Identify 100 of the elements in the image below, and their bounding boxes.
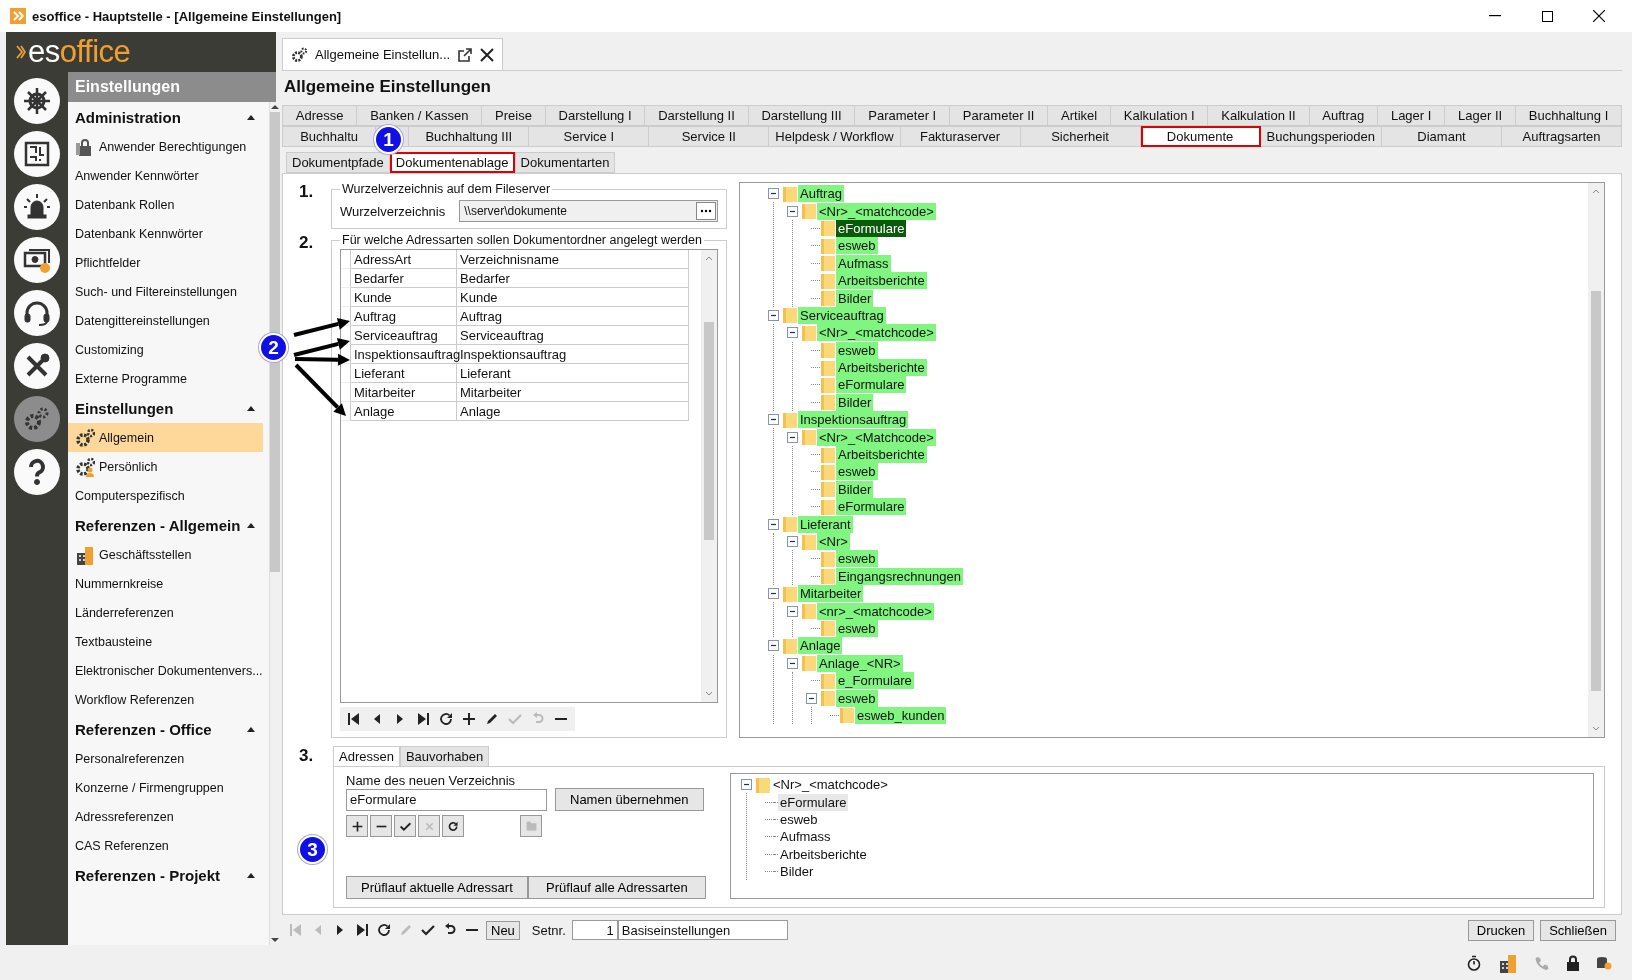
sidebar-item[interactable]: Länderreferenzen bbox=[68, 598, 263, 627]
tree-item[interactable]: Aufmass bbox=[836, 254, 891, 272]
check-button[interactable]: Prüflauf alle Adressarten bbox=[527, 876, 706, 899]
folder-name-field[interactable]: eFormulare bbox=[346, 788, 547, 811]
collapse-toggle[interactable] bbox=[786, 327, 798, 339]
pencil-icon[interactable] bbox=[484, 711, 500, 727]
tab[interactable]: Dokumente bbox=[1140, 126, 1261, 147]
tree-item[interactable]: Aufmass bbox=[778, 828, 833, 846]
tree-item[interactable]: <nr>_<matchcode> bbox=[817, 602, 934, 620]
tree-item[interactable]: Arbeitsberichte bbox=[836, 272, 927, 290]
column-header[interactable]: AdressArt bbox=[351, 250, 457, 269]
tab[interactable]: Auftrag bbox=[1309, 105, 1379, 126]
caret-icon[interactable] bbox=[246, 726, 255, 732]
tree-item[interactable]: Auftrag bbox=[798, 185, 844, 203]
sidebar-item[interactable]: CAS Referenzen bbox=[68, 831, 263, 860]
tree-item[interactable]: Serviceauftrag bbox=[798, 306, 886, 324]
checkmark-icon[interactable] bbox=[420, 922, 436, 938]
footer-button[interactable]: Drucken bbox=[1467, 919, 1535, 941]
tab[interactable]: Darstellung III bbox=[748, 105, 856, 126]
sidebar-item[interactable]: Pflichtfelder bbox=[68, 248, 263, 277]
sidebar-item[interactable]: Textbausteine bbox=[68, 627, 263, 656]
money-icon[interactable] bbox=[14, 237, 60, 283]
database-icon[interactable] bbox=[1596, 954, 1612, 971]
tab[interactable]: Service II bbox=[649, 126, 770, 147]
tree-item[interactable]: Anlage bbox=[798, 637, 843, 655]
collapse-toggle[interactable] bbox=[767, 640, 779, 652]
tab[interactable]: Kalkulation II bbox=[1208, 105, 1310, 126]
sidebar-item[interactable]: Datenbank Rollen bbox=[68, 190, 263, 219]
refresh-icon[interactable] bbox=[438, 711, 454, 727]
tree-item[interactable]: Lieferant bbox=[798, 515, 853, 533]
tree-item[interactable]: Eingangsrechnungen bbox=[836, 567, 963, 585]
section-header[interactable]: Referenzen - Projekt bbox=[75, 866, 247, 884]
collapse-toggle[interactable] bbox=[805, 692, 817, 704]
tree-item[interactable]: Bilder bbox=[836, 289, 874, 307]
sidebar-item[interactable]: Computerspezifisch bbox=[68, 481, 263, 510]
tab[interactable]: Darstellung II bbox=[645, 105, 749, 126]
sidebar-item[interactable]: Externe Programme bbox=[68, 364, 263, 393]
tab[interactable]: Auftragsarten bbox=[1502, 126, 1623, 147]
scroll-up-icon[interactable] bbox=[270, 102, 279, 112]
gears-icon[interactable] bbox=[14, 396, 60, 442]
tree-item[interactable]: <Nr>_<matchcode> bbox=[817, 202, 936, 220]
scrollbar[interactable] bbox=[268, 102, 280, 945]
collapse-toggle[interactable] bbox=[786, 205, 798, 217]
collapse-toggle[interactable] bbox=[786, 431, 798, 443]
building-icon[interactable] bbox=[1498, 952, 1518, 973]
column-header[interactable]: Verzeichnisname bbox=[457, 250, 689, 269]
siren-icon[interactable] bbox=[14, 184, 60, 230]
collapse-toggle[interactable] bbox=[767, 518, 779, 530]
popout-icon[interactable] bbox=[458, 47, 473, 62]
last-icon[interactable] bbox=[415, 711, 431, 727]
tree-item[interactable]: Bilder bbox=[836, 393, 874, 411]
collapse-toggle[interactable] bbox=[767, 309, 779, 321]
tab[interactable]: Helpdesk / Workflow bbox=[769, 126, 901, 147]
tree-item[interactable]: esweb_kunden bbox=[855, 706, 947, 724]
sidebar-item[interactable]: Anwender Berechtigungen bbox=[68, 132, 263, 161]
sidebar-item[interactable]: Geschäftsstellen bbox=[68, 540, 263, 569]
sidebar-item[interactable]: Personalreferenzen bbox=[68, 744, 263, 773]
tree-item[interactable]: eFormulare bbox=[836, 376, 907, 394]
sidebar-item[interactable]: Adressreferenzen bbox=[68, 802, 263, 831]
set-name-field[interactable]: Basiseinstellungen bbox=[617, 920, 788, 940]
tab[interactable]: Buchhaltung III bbox=[409, 126, 530, 147]
tab[interactable]: Dokumentarten bbox=[514, 152, 616, 173]
tree-item[interactable]: Arbeitsberichte bbox=[778, 845, 869, 863]
collapse-toggle[interactable] bbox=[786, 536, 798, 547]
footer-button[interactable]: Schließen bbox=[1540, 919, 1616, 941]
tree-item[interactable]: eFormulare bbox=[836, 498, 907, 516]
tab[interactable]: Parameter I bbox=[855, 105, 951, 126]
tab[interactable]: Lager II bbox=[1445, 105, 1516, 126]
redo-icon[interactable] bbox=[446, 819, 460, 833]
collapse-toggle[interactable] bbox=[786, 657, 798, 669]
sidebar-item[interactable]: Allgemein bbox=[68, 423, 263, 452]
tab[interactable]: Banken / Kassen bbox=[357, 105, 483, 126]
refresh-icon[interactable] bbox=[376, 922, 392, 938]
tab[interactable]: Buchhaltu bbox=[282, 126, 377, 147]
stopwatch-icon[interactable] bbox=[1466, 954, 1482, 971]
tree-item[interactable]: Bilder bbox=[836, 480, 874, 498]
tree-item[interactable]: e_Formulare bbox=[836, 672, 914, 690]
sidebar-item[interactable]: Datenbank Kennwörter bbox=[68, 219, 263, 248]
collapse-toggle[interactable] bbox=[786, 605, 798, 617]
tree-item[interactable]: esweb bbox=[836, 689, 878, 707]
tab[interactable]: Dokumentpfade bbox=[286, 152, 390, 173]
tab[interactable]: Adresse bbox=[282, 105, 358, 126]
tree-item[interactable]: Inspektionsauftrag bbox=[798, 411, 909, 429]
board-icon[interactable] bbox=[14, 131, 60, 177]
tab[interactable]: Sicherheit bbox=[1020, 126, 1141, 147]
collapse-toggle[interactable] bbox=[767, 414, 779, 426]
collapse-toggle[interactable] bbox=[767, 588, 779, 600]
tab[interactable]: Bauvorhaben bbox=[399, 746, 490, 766]
close-icon[interactable] bbox=[1593, 10, 1605, 22]
first-icon[interactable] bbox=[346, 711, 362, 727]
tree-item[interactable]: eFormulare bbox=[778, 793, 849, 811]
new-button[interactable]: Neu bbox=[486, 920, 520, 940]
section-header[interactable]: Referenzen - Allgemein bbox=[75, 516, 247, 534]
tree-item[interactable]: <Nr>_<Matchcode> bbox=[817, 428, 936, 446]
last-icon[interactable] bbox=[354, 922, 370, 938]
lock-icon[interactable] bbox=[1566, 954, 1580, 971]
tree-item[interactable]: Mitarbeiter bbox=[798, 585, 864, 603]
collapse-toggle[interactable] bbox=[740, 779, 752, 791]
tree-item[interactable]: Bilder bbox=[778, 863, 816, 881]
tree-item[interactable]: Arbeitsberichte bbox=[836, 446, 927, 464]
